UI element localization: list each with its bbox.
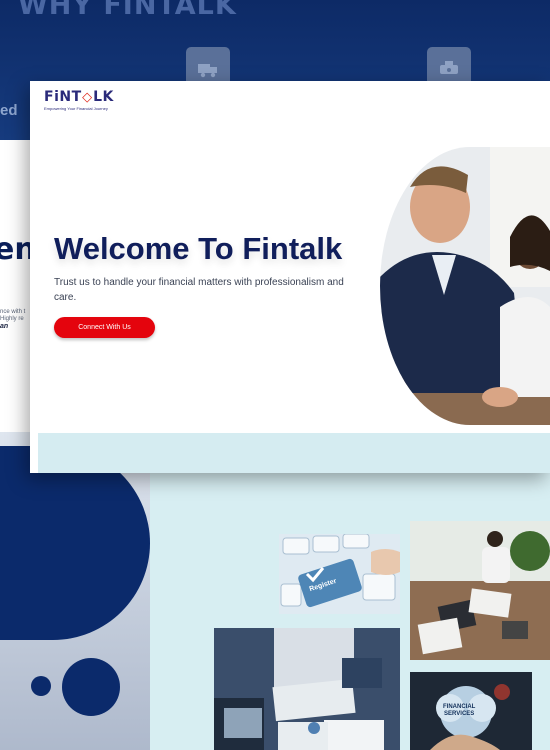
hero-business-photo [380,147,550,425]
financial-services-label-line1: FINANCIAL [443,704,476,710]
hero-title: Welcome To Fintalk [54,231,343,266]
background-quote-name: an [0,323,9,330]
hero-subtitle: Trust us to handle your financial matter… [54,277,344,303]
connect-with-us-button[interactable]: Connect With Us [54,317,155,338]
hero-bottom-strip [38,433,550,473]
brand-tagline: Empowering Your Financial Journey [44,106,108,111]
brand-mark-icon: ◇ [82,89,93,105]
gallery-section: Register FINANCIAL SERVICES [150,472,550,750]
financial-services-label-line2: SERVICES [444,711,475,717]
brand-wordmark: FiNT ◇ LK [44,89,124,105]
decorative-circle-small [31,676,51,696]
financial-services-photo: FINANCIAL SERVICES [410,672,532,750]
brand-logo[interactable]: FiNT ◇ LK Empowering Your Financial Jour… [44,89,124,111]
background-text-fragment-2: Highly re [0,316,24,322]
financial-services-label: FINANCIAL SERVICES [443,704,475,718]
financial-documents-photo [214,628,400,750]
register-keyboard-photo: Register [279,534,400,614]
brand-name-suffix: LK [93,89,114,105]
decorative-circle-large [62,658,120,716]
background-heading: WHY FINTALK [18,0,237,21]
business-meeting-photo [410,521,550,660]
background-side-text: ed [0,102,18,119]
brand-name-prefix: FiNT [44,89,82,105]
background-text-fragment-1: nce with t [0,309,26,315]
hero-card: FiNT ◇ LK Empowering Your Financial Jour… [30,81,550,473]
